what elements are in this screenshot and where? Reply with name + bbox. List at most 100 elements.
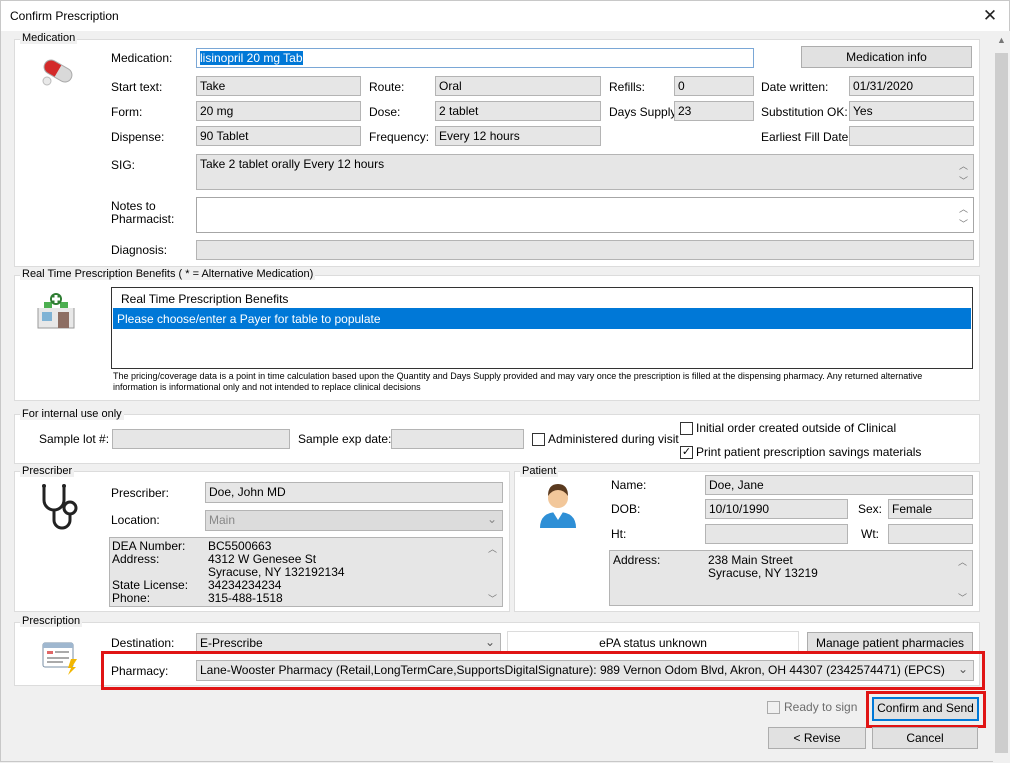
title-bar: Confirm Prescription ✕	[1, 1, 1009, 31]
prescription-group-label: Prescription	[20, 615, 83, 627]
scroll-up-icon[interactable]: ▲	[997, 35, 1006, 45]
prescriber-group-label: Prescriber	[20, 465, 75, 477]
sig-label: SIG:	[111, 158, 136, 172]
medication-input[interactable]: lisinopril 20 mg Tab	[196, 48, 754, 68]
confirm-and-send-button[interactable]: Confirm and Send	[872, 697, 979, 721]
sig-field[interactable]: Take 2 tablet orally Every 12 hours ︿ ﹀	[196, 154, 974, 190]
prescriber-label: Prescriber:	[111, 486, 170, 500]
destination-select[interactable]: E-Prescribe ⌄	[196, 633, 501, 653]
sex-field[interactable]: Female	[888, 499, 973, 519]
days-supply-field[interactable]: 23	[674, 101, 754, 121]
address-scroll-down-icon[interactable]: ﹀	[958, 591, 967, 604]
dispense-field[interactable]: 90 Tablet	[196, 126, 361, 146]
pharmacy-chevron-down-icon: ⌄	[957, 662, 968, 676]
ready-to-sign-label: Ready to sign	[784, 700, 858, 714]
prescriber-details-box: DEA Number: BC5500663 Address: 4312 W Genes…	[109, 537, 503, 607]
pharmacy-label: Pharmacy:	[111, 664, 169, 678]
date-written-label: Date written:	[761, 80, 829, 94]
pharmacy-select[interactable]: Lane-Wooster Pharmacy (Retail,LongTermCa…	[196, 660, 974, 681]
pharmacy-value: Lane-Wooster Pharmacy (Retail,LongTermCa…	[200, 663, 945, 677]
date-written-field[interactable]: 01/31/2020	[849, 76, 974, 96]
route-field[interactable]: Oral	[435, 76, 601, 96]
route-label: Route:	[369, 80, 405, 94]
frequency-field[interactable]: Every 12 hours	[435, 126, 601, 146]
wt-field[interactable]	[888, 524, 973, 544]
diagnosis-label: Diagnosis:	[111, 243, 168, 257]
refills-field[interactable]: 0	[674, 76, 754, 96]
medication-value: lisinopril 20 mg Tab	[200, 51, 303, 65]
dob-field[interactable]: 10/10/1990	[705, 499, 848, 519]
epa-status-box: ePA status unknown	[507, 631, 799, 653]
sig-scroll-up-icon[interactable]: ︿	[959, 159, 968, 172]
print-savings-label: Print patient prescription savings mater…	[696, 445, 922, 459]
sample-lot-field[interactable]	[112, 429, 290, 449]
location-select[interactable]: Main ⌄	[205, 510, 503, 531]
wt-label: Wt:	[861, 527, 879, 541]
e-prescribe-icon	[41, 641, 81, 675]
ready-to-sign-checkbox[interactable]	[767, 701, 780, 714]
destination-chevron-down-icon: ⌄	[484, 635, 495, 649]
notes-scroll-up-icon[interactable]: ︿	[959, 202, 968, 215]
rtpb-table-header: Real Time Prescription Benefits	[121, 292, 289, 306]
cancel-button[interactable]: Cancel	[872, 727, 978, 749]
notes-field[interactable]: ︿ ﹀	[196, 197, 974, 233]
address-scroll-up-icon[interactable]: ︿	[958, 555, 967, 568]
prescriber-details-list: DEA Number: BC5500663 Address: 4312 W Genes…	[112, 540, 502, 605]
rtpb-table-row[interactable]: Please choose/enter a Payer for table to…	[113, 308, 971, 329]
refills-label: Refills:	[609, 80, 646, 94]
dose-field[interactable]: 2 tablet	[435, 101, 601, 121]
sample-exp-label: Sample exp date:	[298, 432, 392, 446]
ht-field[interactable]	[705, 524, 848, 544]
notes-label-line2: Pharmacist:	[111, 212, 175, 226]
details-scroll-up-icon[interactable]: ︿	[488, 542, 497, 555]
substitution-label: Substitution OK:	[761, 105, 848, 119]
location-label: Location:	[111, 513, 160, 527]
initial-order-checkbox[interactable]	[680, 422, 693, 435]
prescriber-detail-row: Phone: 315-488-1518	[112, 592, 502, 605]
earliest-fill-label: Earliest Fill Date:	[761, 130, 852, 144]
close-button[interactable]: ✕	[976, 5, 1004, 27]
form-field[interactable]: 20 mg	[196, 101, 361, 121]
prescriber-detail-label: Address:	[112, 552, 160, 566]
diagnosis-field[interactable]	[196, 240, 974, 260]
prescriber-detail-value: 315-488-1518	[208, 591, 283, 605]
sex-label: Sex:	[858, 502, 883, 516]
dose-label: Dose:	[369, 105, 401, 119]
start-text-field[interactable]: Take	[196, 76, 361, 96]
epa-status-text: ePA status unknown	[599, 636, 707, 650]
initial-order-label: Initial order created outside of Clinica…	[696, 421, 897, 435]
revise-button[interactable]: < Revise	[768, 727, 866, 749]
sample-exp-field[interactable]	[391, 429, 524, 449]
patient-address-box: Address: 238 Main Street Syracuse, NY 13…	[609, 550, 973, 606]
rtpb-table[interactable]: Real Time Prescription Benefits Please c…	[111, 287, 973, 369]
notes-scroll-down-icon[interactable]: ﹀	[959, 217, 968, 230]
dispense-label: Dispense:	[111, 130, 165, 144]
internal-use-group-label: For internal use only	[20, 408, 124, 420]
patient-avatar-icon	[536, 482, 580, 530]
print-savings-checkbox[interactable]: ✓	[680, 446, 693, 459]
medication-info-button[interactable]: Medication info	[801, 46, 972, 68]
rtpb-disclaimer: The pricing/coverage data is a point in …	[113, 371, 923, 392]
sig-scroll-down-icon[interactable]: ﹀	[959, 174, 968, 187]
scrollbar-thumb[interactable]	[995, 53, 1008, 753]
substitution-field[interactable]: Yes	[849, 101, 974, 121]
patient-name-label: Name:	[611, 478, 647, 492]
prescriber-detail-label: Phone:	[112, 591, 151, 605]
stethoscope-icon	[34, 482, 82, 532]
confirm-prescription-window: Confirm Prescription ✕ ▲ Medication Medi…	[0, 0, 1010, 763]
sample-lot-label: Sample lot #:	[39, 432, 110, 446]
notes-label-line1: Notes to	[111, 199, 156, 213]
location-chevron-down-icon: ⌄	[486, 512, 497, 526]
main-scrollbar[interactable]: ▲	[993, 31, 1010, 763]
dob-label: DOB:	[611, 502, 641, 516]
prescriber-field[interactable]: Doe, John MD	[205, 482, 503, 503]
destination-label: Destination:	[111, 636, 175, 650]
details-scroll-down-icon[interactable]: ﹀	[488, 592, 497, 605]
patient-group-label: Patient	[520, 465, 559, 477]
patient-address-line2: Syracuse, NY 13219	[708, 566, 818, 580]
earliest-fill-field[interactable]	[849, 126, 974, 146]
medication-group-label: Medication	[20, 32, 78, 44]
patient-name-field[interactable]: Doe, Jane	[705, 475, 973, 495]
frequency-label: Frequency:	[369, 130, 430, 144]
administered-checkbox[interactable]	[532, 433, 545, 446]
